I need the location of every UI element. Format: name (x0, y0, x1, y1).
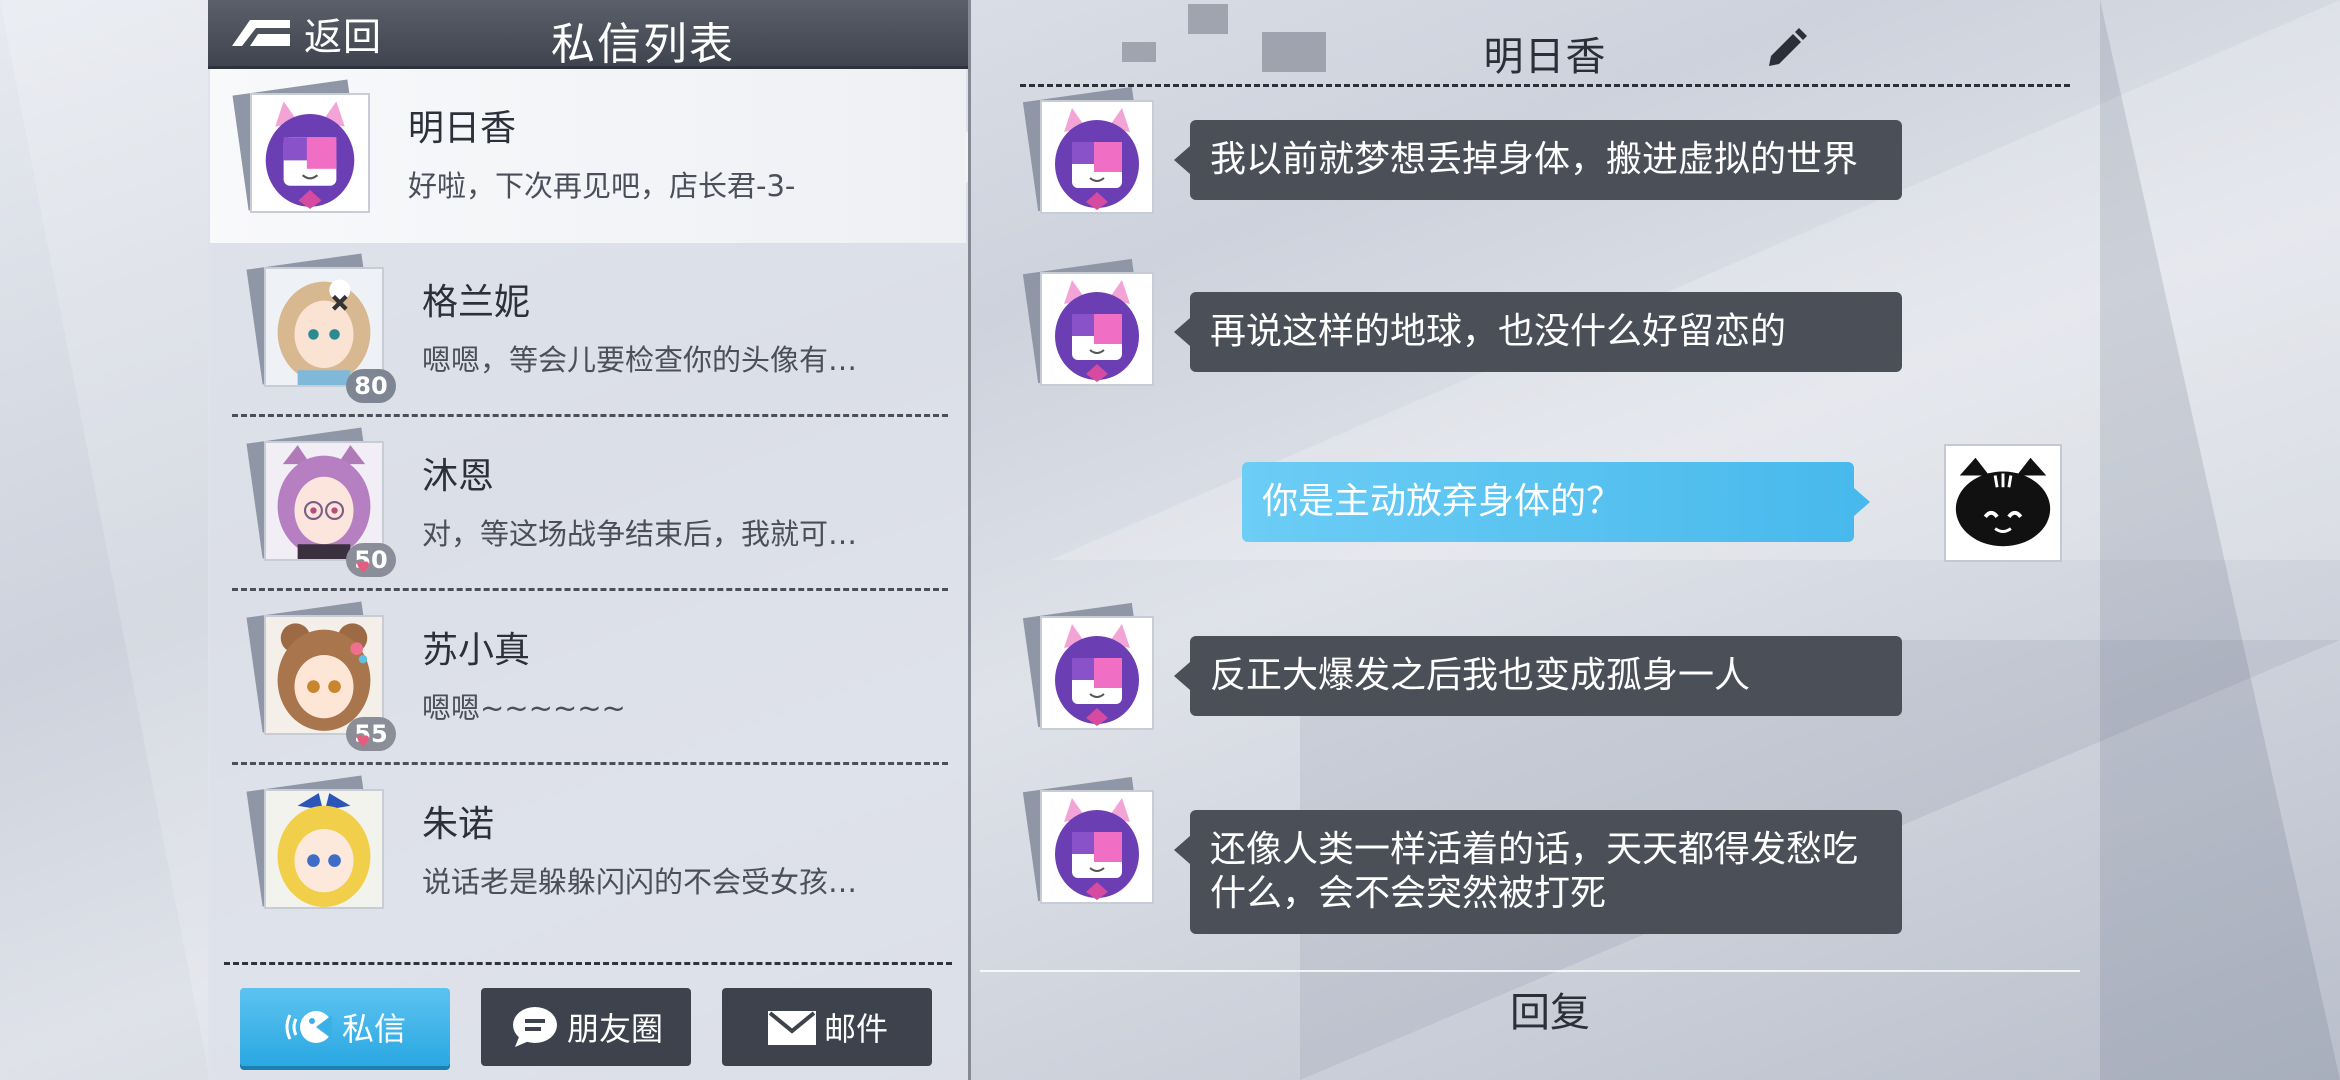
avatar (1022, 602, 1158, 734)
conversation-item-zhunuo[interactable]: 朱诺 说话老是躲躲闪闪的不会受女孩… (224, 765, 956, 939)
avatar (232, 79, 374, 217)
envelope-icon (767, 1011, 816, 1045)
tab-mail[interactable]: 邮件 (722, 988, 932, 1066)
pencil-icon[interactable] (1765, 26, 1807, 68)
divider (224, 962, 952, 965)
heart-icon: ♥ (356, 732, 371, 751)
conversation-preview: 嗯嗯，等会儿要检查你的头像有… (422, 343, 858, 377)
list-header: 返回 私信列表 (208, 0, 968, 70)
conversation-name: 朱诺 (422, 804, 495, 845)
granny-avatar-image (266, 269, 382, 385)
tab-label: 私信 (341, 1010, 406, 1048)
divider (980, 970, 2080, 972)
message-bubble: 还像人类一样活着的话，天天都得发愁吃什么，会不会突然被打死 (1174, 810, 1902, 934)
conversation-name: 沐恩 (422, 456, 495, 497)
chat-header: 明日香 (1020, 0, 2070, 88)
avatar (1022, 776, 1158, 908)
tab-label: 朋友圈 (566, 1010, 663, 1048)
tab-private-messages[interactable]: 私信 (240, 988, 450, 1066)
level-badge: 50 ♥ (346, 543, 396, 577)
message-row: 再说这样的地球，也没什么好留恋的 (1022, 258, 2070, 392)
asuka-avatar-image (252, 95, 368, 211)
avatar: 50 ♥ (246, 427, 396, 577)
message-bubble: 我以前就梦想丢掉身体，搬进虚拟的世界 (1174, 120, 1902, 200)
chat-title: 明日香 (1483, 34, 1607, 80)
message-row-self: 你是主动放弃身体的？ (1030, 444, 2070, 564)
background-shard (2100, 0, 2340, 1080)
message-bubble-self: 你是主动放弃身体的？ (1242, 462, 1870, 542)
divider (1020, 84, 2070, 87)
speech-icon (512, 1007, 557, 1047)
avatar: 55 ♥ (246, 601, 396, 751)
heart-icon: ♥ (356, 558, 371, 577)
asuka-avatar-image (1042, 274, 1152, 384)
message-row: 我以前就梦想丢掉身体，搬进虚拟的世界 (1022, 86, 2070, 220)
chat-bubble-icon (285, 1011, 332, 1043)
avatar: 80 (246, 253, 396, 403)
conversation-preview: 嗯嗯~~~~~~ (422, 691, 626, 725)
conversation-item-muen[interactable]: 50 ♥ 沐恩 对，等这场战争结束后，我就可… (224, 417, 956, 591)
cat-icon (1955, 457, 2051, 547)
conversation-panel: 返回 私信列表 明日香 好啦，下次再见吧，店长君-3- 80 格兰妮 嗯嗯，等会… (208, 0, 971, 1080)
asuka-avatar-image (1042, 102, 1152, 212)
muen-avatar-image (266, 443, 382, 559)
conversation-item-suxiaozhen[interactable]: 55 ♥ 苏小真 嗯嗯~~~~~~ (224, 591, 956, 765)
message-row: 反正大爆发之后我也变成孤身一人 (1022, 602, 2070, 736)
reply-button[interactable]: 回复 (1400, 978, 1700, 1048)
selection-arrow (966, 131, 968, 183)
message-row: 还像人类一样活着的话，天天都得发愁吃什么，会不会突然被打死 (1022, 776, 2070, 940)
avatar (1022, 258, 1158, 390)
avatar (246, 775, 388, 913)
conversation-list: 明日香 好啦，下次再见吧，店长君-3- 80 格兰妮 嗯嗯，等会儿要检查你的头像… (208, 69, 968, 949)
conversation-item-granny[interactable]: 80 格兰妮 嗯嗯，等会儿要检查你的头像有… (224, 243, 956, 417)
message-bubble: 反正大爆发之后我也变成孤身一人 (1174, 636, 1902, 716)
conversation-preview: 好啦，下次再见吧，店长君-3- (408, 169, 796, 203)
conversation-name: 苏小真 (422, 630, 531, 671)
conversation-name: 格兰妮 (422, 282, 531, 323)
conversation-preview: 说话老是躲躲闪闪的不会受女孩… (422, 865, 858, 899)
conversation-item-asuka[interactable]: 明日香 好啦，下次再见吧，店长君-3- (210, 69, 968, 243)
conversation-preview: 对，等这场战争结束后，我就可… (422, 517, 858, 551)
bottom-tab-bar: 私信 朋友圈 邮件 (208, 988, 968, 1068)
asuka-avatar-image (1042, 618, 1152, 728)
background-shard (0, 0, 210, 1080)
avatar (1022, 86, 1158, 218)
suxiaozhen-avatar-image (266, 617, 382, 733)
asuka-avatar-image (1042, 792, 1152, 902)
conversation-name: 明日香 (408, 108, 517, 149)
page-title: 私信列表 (551, 19, 735, 70)
level-badge: 55 ♥ (346, 717, 396, 751)
level-badge: 80 (346, 369, 396, 403)
avatar (1944, 444, 2062, 562)
tab-label: 邮件 (823, 1010, 888, 1048)
tab-moments[interactable]: 朋友圈 (481, 988, 691, 1066)
zhunuo-avatar-image (266, 791, 382, 907)
message-bubble: 再说这样的地球，也没什么好留恋的 (1174, 292, 1902, 372)
